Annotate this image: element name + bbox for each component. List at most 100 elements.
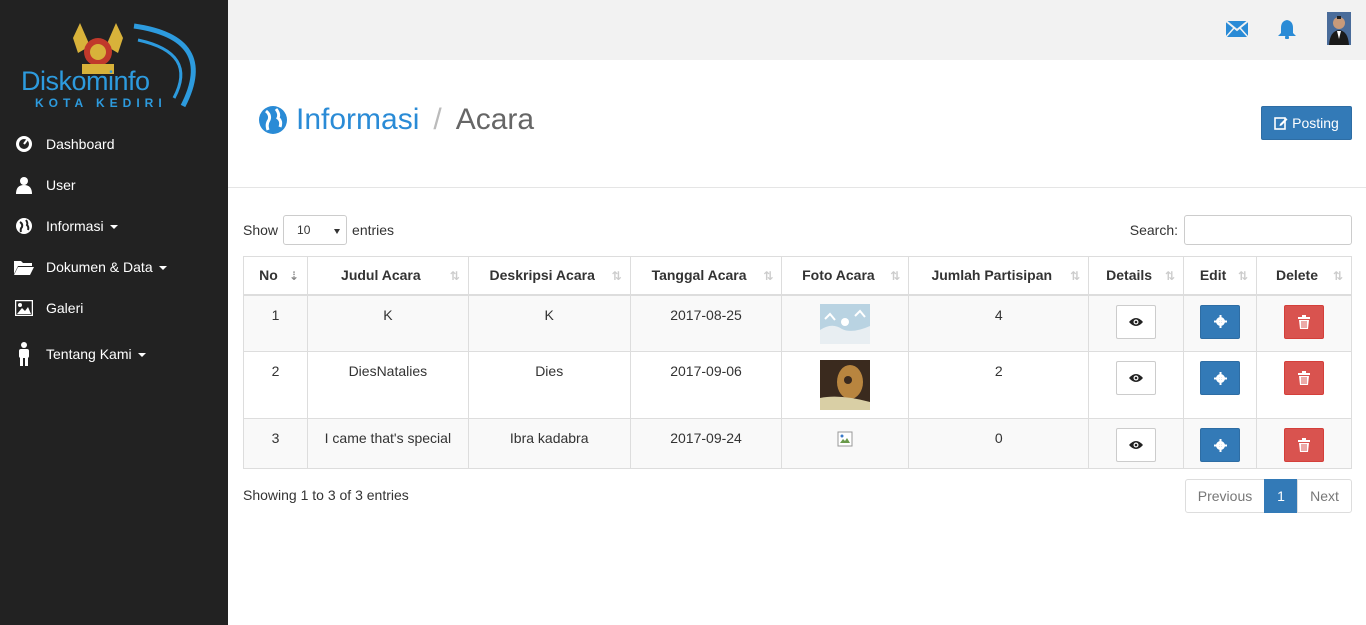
sidebar-item-label: Tentang Kami	[46, 346, 146, 362]
tentang-label: Tentang Kami	[46, 346, 132, 362]
sort-icon: ⇅	[890, 269, 901, 283]
cell-delete	[1256, 294, 1352, 352]
cell-edit	[1183, 294, 1258, 352]
delete-button[interactable]	[1284, 361, 1324, 395]
eye-icon	[1129, 441, 1144, 449]
breadcrumb-separator: /	[433, 103, 442, 136]
delete-button[interactable]	[1284, 304, 1324, 339]
cell-partisipan: 4	[908, 294, 1090, 352]
cell-tanggal: 2017-09-06	[629, 351, 783, 419]
edit-button[interactable]	[1200, 304, 1241, 339]
event-photo-thumbnail	[820, 360, 871, 413]
eye-icon	[1129, 317, 1144, 326]
person-icon	[14, 342, 34, 366]
sidebar-item-user[interactable]: User	[0, 167, 228, 203]
cell-no: 1	[243, 294, 308, 352]
sidebar-item-tentang-kami[interactable]: Tentang Kami	[0, 336, 228, 372]
page-header: Informasi / Acara Posting	[228, 60, 1366, 188]
cell-delete	[1256, 351, 1352, 419]
breadcrumb-home[interactable]: Informasi	[296, 103, 419, 137]
diskominfo-logo[interactable]: Diskominfo KOTA KEDIRI	[18, 18, 208, 113]
sidebar-item-dashboard[interactable]: Dashboard	[0, 126, 228, 162]
sort-icon: ⇅	[763, 269, 774, 283]
column-label: No	[259, 267, 278, 284]
cell-details	[1088, 294, 1185, 352]
logo-text: Diskominfo	[21, 66, 150, 96]
details-button[interactable]	[1116, 304, 1157, 339]
page-1-button[interactable]: 1	[1264, 479, 1298, 513]
sidebar-item-galeri[interactable]: Galeri	[0, 290, 228, 326]
cell-deskripsi: K	[467, 294, 631, 352]
cell-deskripsi: Dies	[467, 351, 631, 419]
previous-page-button[interactable]: Previous	[1185, 479, 1265, 513]
details-button[interactable]	[1116, 428, 1157, 462]
column-header-details[interactable]: Details ⇅	[1088, 256, 1185, 296]
table-header-row: No ⇣ Judul Acara ⇅ Deskripsi Acara ⇅ Tangga…	[243, 256, 1352, 296]
column-header-partisipan[interactable]: Jumlah Partisipan ⇅	[908, 256, 1090, 296]
column-label: Tanggal Acara	[651, 267, 747, 284]
cell-judul: K	[306, 294, 469, 352]
column-header-delete[interactable]: Delete ⇅	[1256, 256, 1352, 296]
trash-icon	[1298, 371, 1310, 385]
posting-label: Posting	[1292, 115, 1339, 131]
column-label: Details	[1106, 267, 1153, 284]
sidebar-item-label: Dokumen & Data	[46, 259, 167, 275]
entries-select[interactable]: 10	[283, 215, 348, 245]
column-header-foto[interactable]: Foto Acara ⇅	[781, 256, 910, 296]
dokumen-label: Dokumen & Data	[46, 259, 153, 275]
edit-button[interactable]	[1200, 428, 1241, 462]
cell-tanggal: 2017-09-24	[629, 418, 783, 469]
column-header-edit[interactable]: Edit ⇅	[1183, 256, 1258, 296]
posting-button[interactable]: Posting	[1261, 106, 1352, 140]
column-header-no[interactable]: No ⇣	[243, 256, 308, 296]
edit-button[interactable]	[1200, 361, 1241, 395]
logo-subtitle: KOTA KEDIRI	[35, 96, 167, 110]
cell-foto	[781, 351, 910, 419]
sidebar-item-dokumen-data[interactable]: Dokumen & Data	[0, 249, 228, 285]
details-button[interactable]	[1116, 361, 1157, 395]
avatar[interactable]	[1327, 12, 1351, 48]
table-info: Showing 1 to 3 of 3 entries	[243, 487, 409, 503]
next-page-button[interactable]: Next	[1297, 479, 1352, 513]
edit-icon	[1274, 116, 1288, 130]
cell-partisipan: 0	[908, 418, 1090, 469]
user-icon	[14, 175, 34, 195]
cell-partisipan: 2	[908, 351, 1090, 419]
entries-length-control: Show 10 entries	[243, 215, 394, 245]
entries-label: entries	[352, 222, 395, 238]
sort-icon: ⇅	[1165, 269, 1176, 283]
breadcrumb: Informasi / Acara	[258, 103, 534, 137]
cell-no: 2	[243, 351, 308, 419]
folder-icon	[14, 257, 34, 277]
cell-deskripsi: Ibra kadabra	[467, 418, 631, 469]
informasi-label: Informasi	[46, 218, 104, 234]
show-label: Show	[243, 222, 279, 238]
delete-button[interactable]	[1284, 428, 1324, 462]
cell-details	[1088, 418, 1185, 469]
broken-image-icon	[837, 431, 853, 450]
column-header-tanggal[interactable]: Tanggal Acara ⇅	[629, 256, 783, 296]
search-label: Search:	[1129, 222, 1178, 238]
column-header-deskripsi[interactable]: Deskripsi Acara ⇅	[467, 256, 631, 296]
caret-down-icon	[109, 225, 118, 230]
table-row: 2 DiesNatalies Dies 2017-09-06 2	[243, 351, 1352, 419]
search-control: Search:	[1130, 215, 1352, 245]
sort-icon: ⇅	[1070, 269, 1081, 283]
sidebar-item-informasi[interactable]: Informasi	[0, 208, 228, 244]
acara-table: No ⇣ Judul Acara ⇅ Deskripsi Acara ⇅ Tangga…	[243, 256, 1352, 469]
search-input[interactable]	[1184, 215, 1352, 245]
gear-icon	[1213, 315, 1227, 328]
pagination: Previous 1 Next	[1185, 479, 1352, 513]
cell-edit	[1183, 418, 1258, 469]
sort-icon: ⇅	[449, 269, 460, 283]
dashboard-icon	[14, 134, 34, 154]
sidebar-item-label: Galeri	[46, 300, 84, 316]
eye-icon	[1129, 374, 1144, 382]
gear-icon	[1213, 438, 1227, 452]
bell-icon[interactable]	[1278, 19, 1296, 42]
envelope-icon[interactable]	[1225, 20, 1249, 40]
caret-down-icon	[158, 266, 167, 271]
column-label: Edit	[1199, 267, 1227, 284]
column-header-judul[interactable]: Judul Acara ⇅	[306, 256, 469, 296]
sidebar-item-label: User	[46, 177, 76, 193]
